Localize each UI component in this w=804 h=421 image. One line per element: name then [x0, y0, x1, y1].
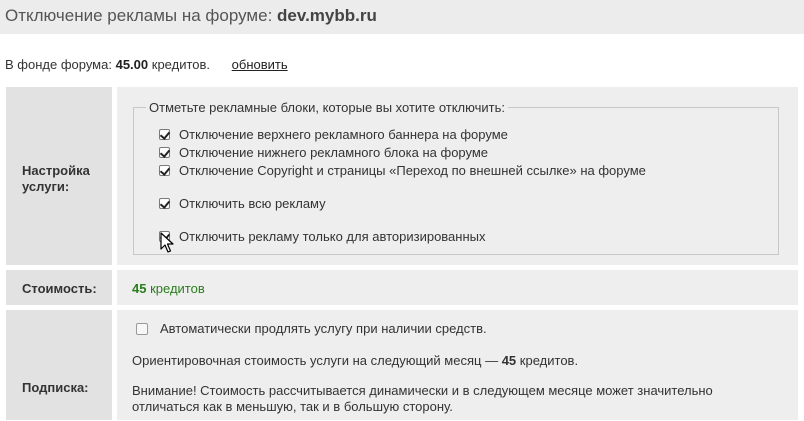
estimate-amount: 45 — [501, 353, 517, 368]
option-label: Отключение верхнего рекламного баннера н… — [179, 127, 508, 142]
warning-line-1: Внимание! Стоимость рассчитывается динам… — [132, 383, 713, 398]
forum-fund: В фонде форума: 45.00 кредитов. обновить — [5, 57, 288, 72]
next-month-estimate: Ориентировочная стоимость услуги на след… — [132, 353, 578, 368]
warning-line-2: отличаться как в меньшую, так и в большу… — [132, 399, 453, 414]
pricing-warning: Внимание! Стоимость рассчитывается динам… — [132, 383, 792, 415]
option-label: Отключение Copyright и страницы «Переход… — [179, 163, 646, 178]
fund-amount: 45.00 — [115, 57, 149, 72]
cost-unit: кредитов — [150, 281, 205, 296]
refresh-link[interactable]: обновить — [232, 57, 288, 72]
settings-value-cell: Отметьте рекламные блоки, которые вы хот… — [117, 87, 798, 265]
subscription-value-cell: Автоматически продлять услугу при наличи… — [117, 310, 798, 420]
mouse-pointer-icon — [160, 232, 174, 253]
option-top-banner[interactable]: Отключение верхнего рекламного баннера н… — [159, 127, 508, 142]
cost-label: Стоимость: — [22, 281, 97, 296]
checkbox-icon[interactable] — [136, 322, 148, 335]
option-authorized-only[interactable]: Отключить рекламу только для авторизиров… — [159, 229, 486, 244]
fund-suffix: кредитов. — [151, 57, 211, 72]
settings-label: Настройка услуги: — [22, 163, 90, 194]
cost-value-cell: 45 кредитов — [117, 270, 798, 305]
cost-value: 45 кредитов — [132, 281, 205, 296]
ad-blocks-legend: Отметьте рекламные блоки, которые вы хот… — [146, 100, 508, 115]
page-header: Отключение рекламы на форуме: dev.mybb.r… — [0, 0, 804, 34]
settings-label-cell: Настройка услуги: — [6, 87, 112, 265]
subscription-label: Подписка: — [22, 380, 89, 395]
option-bottom-block[interactable]: Отключение нижнего рекламного блока на ф… — [159, 145, 488, 160]
checkbox-icon[interactable] — [159, 129, 170, 140]
option-label: Отключение нижнего рекламного блока на ф… — [179, 145, 489, 160]
option-label: Отключить рекламу только для авторизиров… — [179, 229, 486, 244]
option-all-ads[interactable]: Отключить всю рекламу — [159, 196, 326, 211]
checkbox-icon[interactable] — [159, 198, 170, 209]
checkbox-icon[interactable] — [159, 147, 170, 158]
cost-label-cell: Стоимость: — [6, 270, 112, 305]
checkbox-icon[interactable] — [159, 165, 170, 176]
auto-renew-option[interactable]: Автоматически продлять услугу при наличи… — [136, 321, 487, 336]
forum-domain: dev.mybb.ru — [277, 6, 377, 25]
option-copyright[interactable]: Отключение Copyright и страницы «Переход… — [159, 163, 646, 178]
subscription-label-cell: Подписка: — [6, 310, 112, 420]
option-label: Отключить всю рекламу — [179, 196, 326, 211]
page-title: Отключение рекламы на форуме: dev.mybb.r… — [5, 6, 377, 26]
estimate-prefix: Ориентировочная стоимость услуги на след… — [132, 353, 499, 368]
estimate-suffix: кредитов. — [519, 353, 579, 368]
cost-amount: 45 — [132, 281, 147, 296]
page-title-text: Отключение рекламы на форуме: — [5, 6, 273, 25]
auto-renew-label: Автоматически продлять услугу при наличи… — [160, 321, 487, 336]
fund-prefix: В фонде форума: — [5, 57, 112, 72]
